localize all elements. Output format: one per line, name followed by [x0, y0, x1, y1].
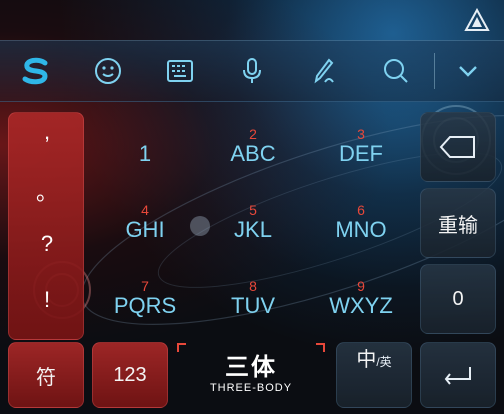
- zero-label: 0: [452, 287, 464, 310]
- key-5[interactable]: 5 JKL: [200, 186, 306, 258]
- key-number: 7: [141, 278, 149, 294]
- keyboard-icon[interactable]: [160, 51, 200, 91]
- key-number: 6: [357, 202, 365, 218]
- toolbar-divider: [434, 53, 435, 89]
- punct-key-exclamation[interactable]: !: [9, 287, 85, 313]
- punctuation-key-column: , 。 ? !: [8, 112, 84, 340]
- punct-key-question[interactable]: ?: [9, 231, 85, 257]
- handwriting-icon[interactable]: [304, 51, 344, 91]
- space-bar[interactable]: 三体 THREE-BODY: [176, 342, 326, 408]
- key-letters: 1: [138, 141, 152, 166]
- search-icon[interactable]: [376, 51, 416, 91]
- zero-key[interactable]: 0: [420, 264, 496, 334]
- key-letters: MNO: [335, 217, 387, 242]
- emoji-icon[interactable]: [88, 51, 128, 91]
- key-9[interactable]: 9 WXYZ: [308, 262, 414, 334]
- punct-key-comma[interactable]: ,: [9, 119, 85, 145]
- key-2[interactable]: 2 ABC: [200, 110, 306, 182]
- enter-button[interactable]: [420, 342, 496, 408]
- key-letters: DEF: [339, 141, 383, 166]
- language-sub-label: /英: [376, 355, 392, 369]
- key-number: 3: [357, 126, 365, 142]
- key-1[interactable]: 1: [92, 110, 198, 182]
- key-letters: TUV: [231, 293, 275, 318]
- language-main-label: 中: [356, 349, 377, 371]
- key-4[interactable]: 4 GHI: [92, 186, 198, 258]
- microphone-icon[interactable]: [232, 51, 272, 91]
- keyboard: , 。 ? ! 1 2 ABC 3 DEF 4 GHI 5 JKL 6 MNO …: [0, 0, 504, 414]
- retype-label: 重输: [438, 214, 478, 237]
- enter-icon: [444, 367, 471, 385]
- symbol-button[interactable]: 符: [8, 342, 84, 408]
- number-mode-label: 123: [113, 363, 147, 386]
- toolbar: [0, 40, 504, 102]
- key-3[interactable]: 3 DEF: [308, 110, 414, 182]
- symbol-label: 符: [36, 366, 56, 389]
- three-body-logo-icon: [464, 8, 490, 31]
- number-mode-button[interactable]: 123: [92, 342, 168, 408]
- top-strip: [0, 0, 504, 40]
- key-letters: WXYZ: [329, 293, 393, 318]
- key-letters: GHI: [125, 217, 165, 242]
- key-7[interactable]: 7 PQRS: [92, 262, 198, 334]
- key-number: 2: [249, 126, 257, 142]
- space-logo-text: 三体: [225, 354, 277, 381]
- sogou-s-icon[interactable]: [16, 51, 56, 91]
- key-letters: ABC: [230, 141, 276, 166]
- punct-key-period[interactable]: 。: [9, 175, 85, 207]
- key-8[interactable]: 8 TUV: [200, 262, 306, 334]
- retype-button[interactable]: 重输: [420, 188, 496, 258]
- key-number: 8: [249, 278, 257, 294]
- key-letters: JKL: [234, 217, 272, 242]
- key-letters: PQRS: [113, 293, 177, 318]
- backspace-button[interactable]: [420, 112, 496, 182]
- chevron-down-icon[interactable]: [448, 51, 488, 91]
- key-number: 4: [141, 202, 149, 218]
- key-number: 5: [249, 202, 257, 218]
- key-6[interactable]: 6 MNO: [308, 186, 414, 258]
- space-logo-subtitle: THREE-BODY: [209, 382, 293, 394]
- key-number: 9: [357, 278, 365, 294]
- backspace-icon: [439, 136, 475, 158]
- language-switch-button[interactable]: 中 /英: [336, 342, 412, 408]
